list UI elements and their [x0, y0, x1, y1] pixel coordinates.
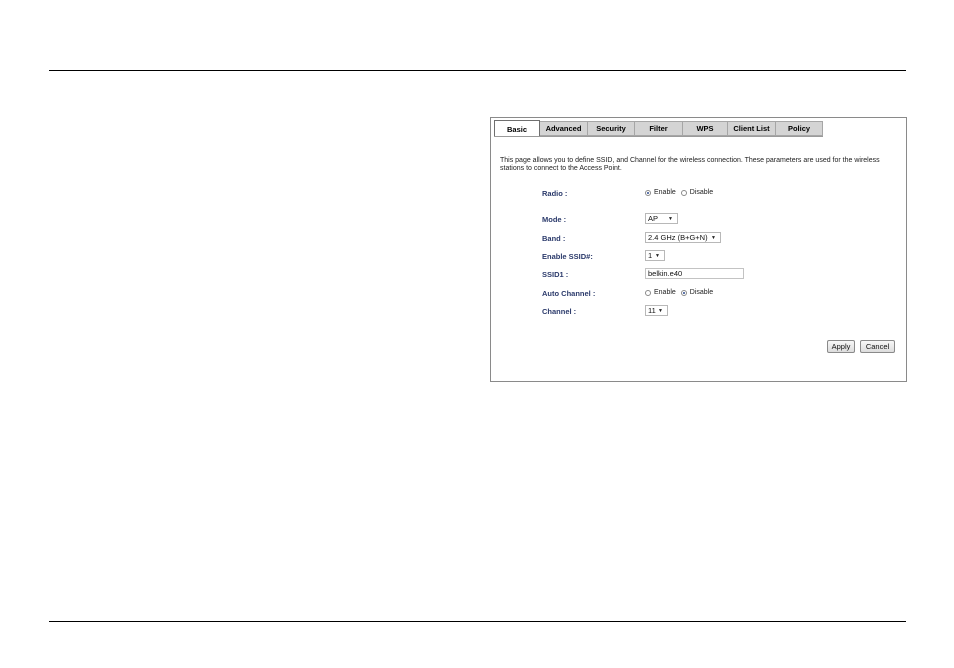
mode-label: Mode : [542, 215, 567, 224]
ssid1-label: SSID1 : [542, 270, 569, 279]
radio-enable-label: Enable [654, 189, 676, 196]
auto-channel-label: Auto Channel : [542, 289, 596, 298]
mode-select-value: AP [648, 214, 659, 223]
tab-client-list[interactable]: Client List [728, 121, 776, 136]
wireless-settings-panel: Basic Advanced Security Filter WPS Clien… [490, 117, 907, 382]
tab-filter[interactable]: Filter [635, 121, 683, 136]
band-select[interactable]: 2.4 GHz (B+G+N) ▼ [645, 232, 721, 243]
radio-disable-button[interactable] [680, 189, 687, 196]
mode-select[interactable]: AP ▼ [645, 213, 678, 224]
tab-bar: Basic Advanced Security Filter WPS Clien… [494, 120, 823, 137]
apply-button[interactable]: Apply [827, 340, 855, 353]
tab-wps[interactable]: WPS [683, 121, 728, 136]
tab-advanced[interactable]: Advanced [540, 121, 588, 136]
tab-underline [494, 136, 823, 137]
radio-options: Enable Disable [645, 189, 718, 196]
page-description: This page allows you to define SSID, and… [500, 157, 880, 172]
radio-enable-button[interactable] [645, 189, 651, 196]
auto-channel-enable-label: Enable [654, 289, 676, 296]
enable-ssid-select[interactable]: 1 ▼ [645, 250, 665, 261]
enable-ssid-label: Enable SSID#: [542, 252, 593, 261]
chevron-down-icon: ▼ [658, 307, 663, 314]
tab-security[interactable]: Security [588, 121, 635, 136]
channel-label: Channel : [542, 307, 577, 316]
top-divider [49, 70, 906, 71]
channel-select-value: 11 [648, 306, 656, 315]
enable-ssid-select-value: 1 [648, 251, 653, 260]
tab-basic[interactable]: Basic [494, 120, 540, 137]
channel-select[interactable]: 11 ▼ [645, 305, 668, 316]
radio-label: Radio : [542, 189, 568, 198]
auto-channel-options: Enable Disable [645, 289, 718, 296]
auto-channel-enable-button[interactable] [645, 289, 651, 296]
chevron-down-icon: ▼ [668, 215, 673, 222]
tab-policy[interactable]: Policy [776, 121, 823, 136]
band-label: Band : [542, 234, 566, 243]
band-select-value: 2.4 GHz (B+G+N) [648, 233, 708, 242]
ssid1-input[interactable]: belkin.e40 [645, 268, 744, 279]
cancel-button[interactable]: Cancel [860, 340, 895, 353]
radio-disable-label: Disable [689, 189, 714, 196]
chevron-down-icon: ▼ [711, 234, 716, 241]
chevron-down-icon: ▼ [655, 252, 660, 259]
bottom-divider [49, 621, 906, 622]
auto-channel-disable-label: Disable [689, 289, 714, 296]
auto-channel-disable-button[interactable] [680, 289, 687, 296]
